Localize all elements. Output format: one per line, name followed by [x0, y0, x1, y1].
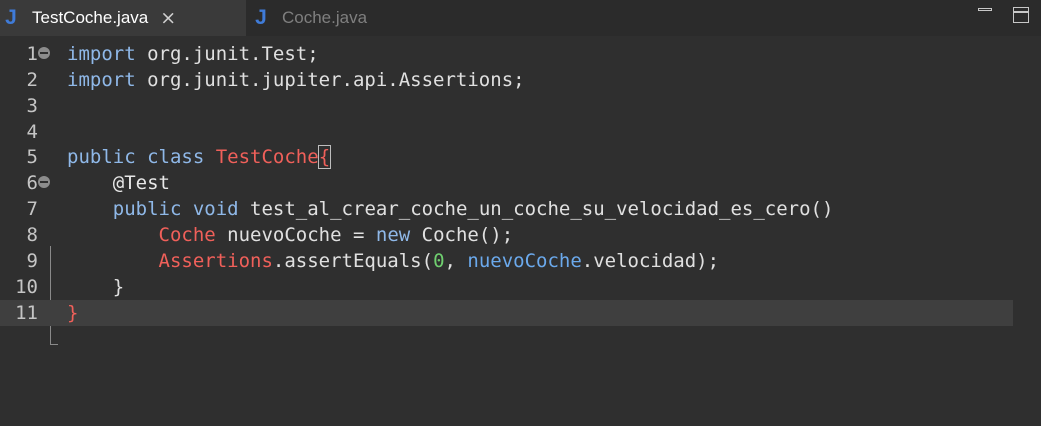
code-token: nuevoCoche — [467, 250, 582, 272]
code-line[interactable]: 10 } — [0, 274, 1041, 300]
code-token: } — [67, 276, 125, 298]
code-line[interactable]: 2 import org.junit.jupiter.api.Assertions… — [0, 67, 1041, 93]
code-token: import — [67, 43, 136, 65]
code-line[interactable]: 1 import org.junit.Test; — [0, 41, 1041, 67]
minimize-icon[interactable] — [976, 5, 994, 23]
code-line[interactable]: 8 Coche nuevoCoche = new Coche(); — [0, 222, 1041, 248]
code-text: @Test — [67, 170, 170, 196]
code-line[interactable]: 5 public class TestCoche{ — [0, 144, 1041, 170]
code-text: } — [67, 300, 78, 326]
code-token: import — [67, 69, 136, 91]
line-number: 9 — [26, 250, 38, 272]
tab-coche-java[interactable]: J Coche.java — [246, 0, 426, 36]
line-number: 7 — [26, 198, 38, 220]
code-token: test_al_crear_coche_un_coche_su_velocida… — [238, 198, 834, 220]
code-text: import org.junit.jupiter.api.Assertions; — [67, 67, 525, 93]
collapse-icon[interactable] — [38, 176, 50, 188]
line-number: 6 — [26, 172, 38, 194]
code-token: 0 — [433, 250, 445, 272]
editor-window: J TestCoche.java × J Coche.java 1 import … — [0, 0, 1041, 426]
code-token: Assertions — [158, 250, 273, 272]
code-token: org.junit.jupiter.api.Assertions; — [135, 69, 525, 91]
code-token: } — [67, 302, 79, 324]
code-line[interactable]: 9 Assertions.assertEquals(0, nuevoCoche.… — [0, 248, 1041, 274]
close-icon[interactable]: × — [160, 7, 176, 29]
code-text: Coche nuevoCoche = new Coche(); — [67, 222, 514, 248]
line-number: 5 — [26, 146, 38, 168]
line-number: 4 — [26, 121, 38, 143]
code-text: public void test_al_crear_coche_un_coche… — [67, 196, 834, 222]
code-line[interactable]: 3 — [0, 93, 1041, 119]
code-token: Coche — [158, 224, 216, 246]
java-file-icon: J — [5, 6, 17, 29]
line-number: 11 — [15, 302, 38, 324]
tab-label: TestCoche.java — [32, 8, 149, 27]
code-token: TestCoche — [215, 146, 319, 168]
java-file-icon: J — [255, 6, 267, 29]
line-number: 3 — [26, 95, 38, 117]
code-token: org.junit.Test; — [135, 43, 319, 65]
code-text: import org.junit.Test; — [67, 41, 319, 67]
line-number: 8 — [26, 224, 38, 246]
code-line[interactable]: 11} — [0, 300, 1013, 326]
maximize-icon[interactable] — [1012, 5, 1030, 23]
code-token: @Test — [112, 172, 170, 194]
code-text: Assertions.assertEquals(0, nuevoCoche.ve… — [67, 248, 720, 274]
code-text: } — [67, 274, 124, 300]
tab-bar: J TestCoche.java × J Coche.java — [0, 0, 1041, 36]
tab-testcoche-java[interactable]: J TestCoche.java × — [0, 0, 246, 36]
tab-label: Coche.java — [282, 8, 368, 27]
code-line[interactable]: 4 — [0, 119, 1041, 145]
code-token: public void — [112, 198, 239, 220]
code-text: public class TestCoche{ — [67, 144, 332, 170]
fold-guide-end — [50, 344, 58, 345]
code-line[interactable]: 6 @Test — [0, 170, 1041, 196]
code-editor[interactable]: 1 import org.junit.Test; 2 import org.junit… — [0, 36, 1041, 426]
code-token: , — [444, 250, 468, 272]
code-line[interactable]: 7 public void test_al_crear_coche_un_coc… — [0, 196, 1041, 222]
line-number: 1 — [26, 43, 38, 65]
code-token: Coche(); — [410, 224, 514, 246]
line-number: 10 — [15, 276, 38, 298]
code-token: public class — [67, 146, 205, 168]
code-token: { — [317, 145, 332, 169]
code-token: new — [375, 224, 411, 246]
collapse-icon[interactable] — [38, 47, 50, 59]
code-token: .velocidad); — [581, 250, 720, 272]
code-token: .assertEquals( — [272, 250, 434, 272]
code-token: nuevoCoche = — [215, 224, 376, 246]
line-number: 2 — [26, 69, 38, 91]
